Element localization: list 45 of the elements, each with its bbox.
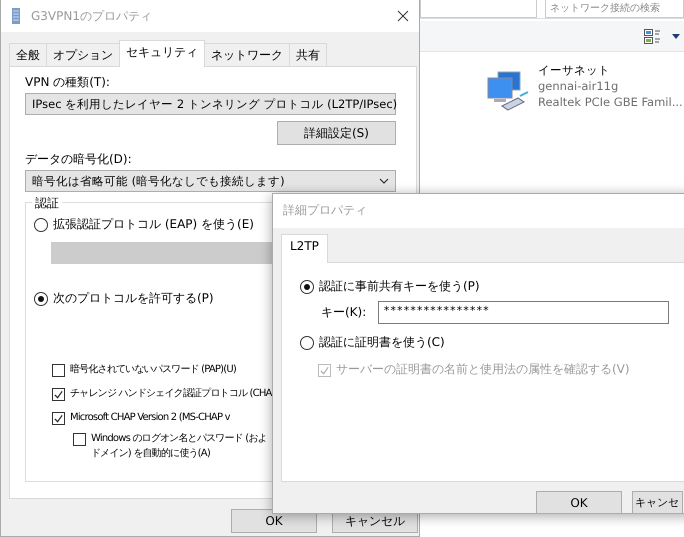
checkbox-label: Microsoft CHAP Version 2 (MS-CHAP v <box>70 411 230 425</box>
checkbox-label: 暗号化されていないパスワード (PAP)(U) <box>70 362 236 377</box>
connection-detail: gennai-air11g <box>538 78 620 94</box>
radio-label: 認証に証明書を使う(C) <box>319 334 445 351</box>
tab[interactable]: L2TP <box>281 234 328 263</box>
checkbox[interactable] <box>73 433 86 446</box>
encryption-dropdown[interactable]: 暗号化は省略可能 (暗号化なしでも接続します) <box>25 170 396 192</box>
advanced-settings-button[interactable]: 詳細設定(S) <box>277 121 396 145</box>
checkbox-label: Windows のログオン名とパスワード (およ ドメイン) を自動的に使う(A) <box>91 432 267 461</box>
checkmark-icon <box>53 389 64 400</box>
tab[interactable]: 共有 <box>289 43 327 66</box>
radio-label: 拡張認証プロトコル (EAP) を使う(E) <box>53 216 254 233</box>
chevron-icon <box>379 178 389 184</box>
key-field[interactable]: **************** <box>378 301 670 324</box>
phone-book-icon <box>11 8 21 24</box>
close-icon <box>397 10 409 22</box>
radio-button[interactable] <box>34 218 48 232</box>
checkbox-label: サーバーの証明書の名前と使用法の属性を確認する(V) <box>336 361 630 378</box>
tab[interactable]: 全般 <box>9 43 47 66</box>
radio-button[interactable] <box>300 280 314 294</box>
radio-button[interactable] <box>34 292 48 306</box>
checkmark-icon <box>53 413 64 424</box>
ok-button[interactable]: OK <box>536 491 622 514</box>
radio-button[interactable] <box>300 336 314 350</box>
vpn-type-dropdown[interactable]: IPsec を利用したレイヤー 2 トンネリング プロトコル (L2TP/IPsec) <box>25 93 396 115</box>
connection-detail: Realtek PCIe GBE Famil... <box>538 94 683 110</box>
cancel-button[interactable]: キャンセ <box>632 491 683 514</box>
checkbox[interactable] <box>52 388 65 401</box>
dropdown-arrow-icon <box>672 34 680 38</box>
radio-label: 認証に事前共有キーを使う(P) <box>319 278 480 295</box>
window-title: 詳細プロパティ <box>273 194 684 228</box>
field-label: キー(K): <box>321 304 366 321</box>
connection-name: イーサネット <box>538 62 611 78</box>
group-title: 認証 <box>32 195 62 212</box>
checkbox[interactable] <box>52 364 65 377</box>
checkbox-label: チャレンジ ハンドシェイク認証プロトコル (CHA <box>70 386 272 401</box>
radio-label: 次のプロトコルを許可する(P) <box>53 290 214 307</box>
checkmark-icon <box>319 365 330 376</box>
field-label: VPN の種類(T): <box>25 75 111 90</box>
window-title: G3VPN1のプロパティ <box>31 8 153 24</box>
field-label: データの暗号化(D): <box>25 152 133 167</box>
search-field[interactable]: ネットワーク接続の検索 <box>545 0 684 18</box>
view-icon <box>644 28 660 44</box>
tab[interactable]: セキュリティ <box>119 40 205 67</box>
checkbox[interactable] <box>52 412 65 425</box>
